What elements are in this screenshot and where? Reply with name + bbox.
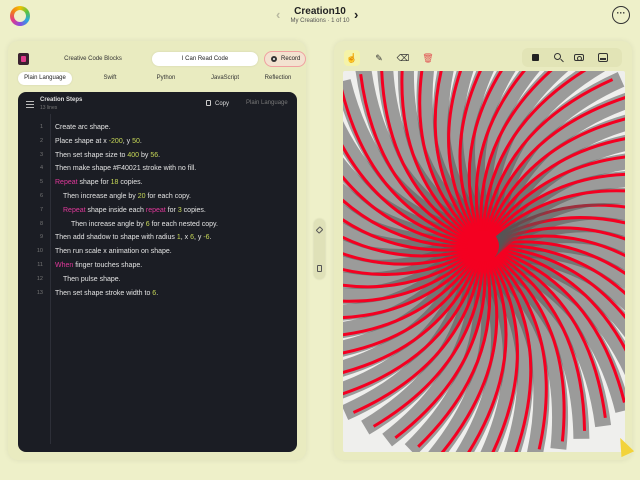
code-editor[interactable]: Creation Steps 13 lines Copy Plain Langu… bbox=[18, 92, 297, 452]
code-line[interactable]: 6 Then increase angle by 20 for each copy… bbox=[18, 190, 297, 204]
pen-icon[interactable]: ✎ bbox=[372, 51, 386, 65]
line-number: 7 bbox=[39, 206, 43, 213]
tab-javascript[interactable]: JavaScript bbox=[200, 72, 250, 85]
steps-count: 13 lines bbox=[40, 105, 58, 111]
select-icon[interactable]: ☝ bbox=[345, 51, 359, 65]
code-panel: Creative Code Blocks I Can Read Code Rec… bbox=[8, 41, 306, 460]
code-line[interactable]: 11 When finger touches shape. bbox=[18, 259, 297, 273]
split-handle[interactable] bbox=[314, 219, 325, 279]
line-number: 4 bbox=[39, 165, 43, 172]
code-line[interactable]: 9 Then add shadow to shape with radius 1,… bbox=[18, 231, 297, 245]
layers-icon[interactable] bbox=[315, 226, 324, 234]
line-number: 13 bbox=[36, 289, 43, 296]
canvas-tools bbox=[522, 48, 622, 67]
record-icon bbox=[271, 56, 277, 62]
arc-center bbox=[467, 230, 499, 262]
more-button[interactable]: ··· bbox=[612, 6, 630, 24]
code-line[interactable]: 12 Then pulse shape. bbox=[18, 273, 297, 287]
trash-icon[interactable]: 🗑 bbox=[421, 51, 435, 65]
line-text: When finger touches shape. bbox=[55, 261, 143, 269]
line-number: 5 bbox=[39, 179, 43, 186]
record-button[interactable]: Record bbox=[264, 51, 306, 67]
code-line[interactable]: 4 Then make shape #F40021 stroke with no … bbox=[18, 162, 297, 176]
arc-flower-artwork[interactable] bbox=[343, 71, 625, 452]
line-text: Then increase angle by 6 for each nested… bbox=[71, 220, 218, 228]
language-tabs: Plain Language Swift Python JavaScript R… bbox=[18, 72, 300, 86]
line-number: 2 bbox=[39, 137, 43, 144]
code-line[interactable]: 1 Create arc shape. bbox=[18, 121, 297, 135]
copy-label: Copy bbox=[215, 101, 230, 107]
code-line[interactable]: 3 Then set shape size to 400 by 56. bbox=[18, 149, 297, 163]
code-line[interactable]: 8 Then increase angle by 6 for each neste… bbox=[18, 218, 297, 232]
line-text: Create arc shape. bbox=[55, 124, 111, 131]
tab-i-can-read-code[interactable]: I Can Read Code bbox=[152, 52, 258, 66]
line-number: 12 bbox=[36, 275, 43, 282]
line-number: 10 bbox=[36, 248, 43, 255]
copy-icon bbox=[206, 100, 211, 106]
tab-reflection[interactable]: Reflection bbox=[256, 72, 300, 85]
stop-icon[interactable] bbox=[532, 54, 539, 61]
line-text: Repeat shape for 18 copies. bbox=[55, 179, 143, 187]
code-language-label: Plain Language bbox=[246, 100, 288, 106]
next-creation-icon[interactable]: › bbox=[354, 8, 358, 21]
line-text: Repeat shape inside each repeat for 3 co… bbox=[63, 206, 206, 214]
panel-icon[interactable] bbox=[317, 265, 322, 272]
line-text: Then add shadow to shape with radius 1, … bbox=[55, 234, 212, 242]
code-line[interactable]: 13 Then set shape stroke width to 6. bbox=[18, 287, 297, 301]
code-line[interactable]: 7 Repeat shape inside each repeat for 3 c… bbox=[18, 204, 297, 218]
tab-creative-code-blocks[interactable]: Creative Code Blocks bbox=[42, 52, 144, 66]
line-number: 1 bbox=[39, 124, 43, 130]
code-header: Creation Steps 13 lines Copy Plain Langu… bbox=[18, 92, 297, 116]
line-number: 11 bbox=[37, 261, 43, 268]
line-text: Then make shape #F40021 stroke with no f… bbox=[55, 165, 197, 173]
line-number: 9 bbox=[39, 234, 43, 241]
line-number: 6 bbox=[39, 192, 43, 199]
line-number: 3 bbox=[39, 151, 43, 158]
drawing-canvas[interactable] bbox=[343, 71, 625, 452]
camera-icon[interactable] bbox=[574, 54, 584, 61]
code-line[interactable]: 5 Repeat shape for 18 copies. bbox=[18, 176, 297, 190]
tab-plain-language[interactable]: Plain Language bbox=[18, 72, 72, 85]
line-text: Then set shape size to 400 by 56. bbox=[55, 151, 161, 159]
line-text: Place shape at x -200, y 50. bbox=[55, 137, 142, 145]
line-text: Then increase angle by 20 for each copy. bbox=[63, 192, 191, 200]
mode-tabs: Creative Code Blocks I Can Read Code Rec… bbox=[18, 51, 306, 67]
copy-button[interactable]: Copy bbox=[206, 100, 229, 107]
line-number: 8 bbox=[39, 220, 43, 227]
record-label: Record bbox=[281, 56, 301, 62]
app-logo[interactable] bbox=[10, 6, 30, 26]
line-text: Then set shape stroke width to 6. bbox=[55, 289, 159, 297]
code-line[interactable]: 10 Then run scale x animation on shape. bbox=[18, 245, 297, 259]
eraser-icon[interactable]: ⌫ bbox=[396, 51, 410, 65]
zoom-icon[interactable] bbox=[554, 53, 561, 60]
code-logo-icon bbox=[18, 53, 29, 65]
steps-list-icon bbox=[26, 101, 34, 108]
tab-swift[interactable]: Swift bbox=[90, 72, 130, 85]
line-text: Then run scale x animation on shape. bbox=[55, 248, 172, 256]
code-lines: 1 Create arc shape. 2 Place shape at x -200… bbox=[18, 121, 297, 300]
steps-title: Creation Steps bbox=[40, 97, 83, 103]
canvas-panel: ☝ ✎ ⌫ 🗑 bbox=[334, 41, 632, 460]
code-line[interactable]: 2 Place shape at x -200, y 50. bbox=[18, 135, 297, 149]
line-text: Then pulse shape. bbox=[63, 275, 121, 283]
tab-python[interactable]: Python bbox=[144, 72, 188, 85]
gallery-icon[interactable] bbox=[598, 53, 608, 62]
